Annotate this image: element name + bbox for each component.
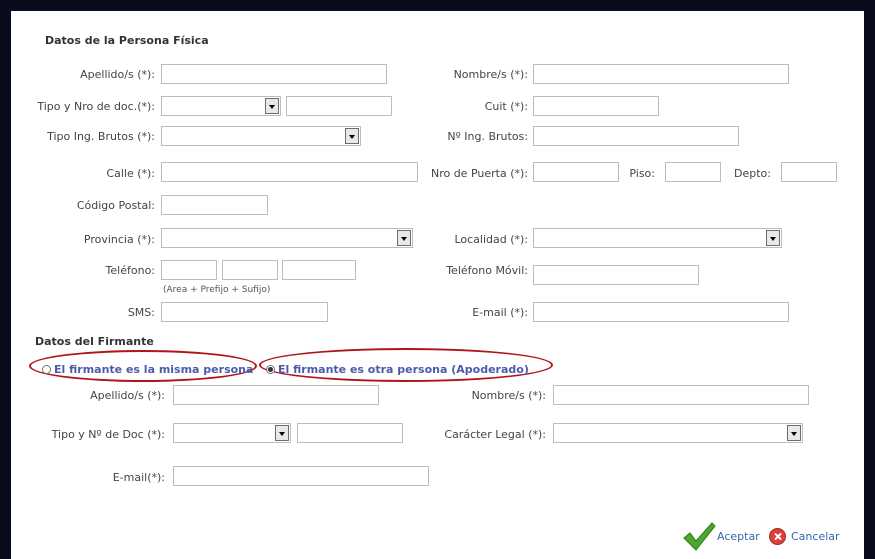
nro-doc-input[interactable]: [286, 96, 392, 116]
firmante-email-label: E-mail(*):: [112, 471, 165, 484]
firmante-email-input[interactable]: [173, 466, 429, 486]
depto-label: Depto:: [734, 167, 771, 180]
nro-ib-label: Nº Ing. Brutos:: [447, 130, 528, 143]
piso-input[interactable]: [665, 162, 721, 182]
radio-otra-persona[interactable]: El firmante es otra persona (Apoderado): [266, 363, 529, 377]
telefono-label: Teléfono:: [105, 264, 155, 277]
nro-ib-input[interactable]: [533, 126, 739, 146]
telefono-hint: (Area + Prefijo + Sufijo): [163, 285, 271, 295]
firmante-nro-doc-input[interactable]: [297, 423, 403, 443]
nombre-label: Nombre/s (*):: [453, 68, 528, 81]
calle-input[interactable]: [161, 162, 418, 182]
calle-label: Calle (*):: [106, 167, 155, 180]
cancel-icon[interactable]: [769, 528, 786, 545]
section-title-persona: Datos de la Persona Física: [45, 34, 209, 47]
chevron-down-icon: [265, 98, 279, 114]
tipo-doc-label: Tipo y Nro de doc.(*):: [37, 100, 155, 113]
cuit-label: Cuit (*):: [484, 100, 528, 113]
sms-input[interactable]: [161, 302, 328, 322]
telefono-sufijo-input[interactable]: [282, 260, 356, 280]
tipo-doc-select[interactable]: [161, 96, 281, 116]
telefono-area-input[interactable]: [161, 260, 217, 280]
provincia-select[interactable]: [161, 228, 413, 248]
localidad-select[interactable]: [533, 228, 782, 248]
email-label: E-mail (*):: [472, 306, 528, 319]
nro-puerta-label: Nro de Puerta (*):: [430, 167, 528, 180]
accept-button[interactable]: Aceptar: [717, 530, 760, 544]
firmante-caracter-label: Carácter Legal (*):: [444, 428, 546, 441]
chevron-down-icon: [275, 425, 289, 441]
check-icon[interactable]: [682, 520, 716, 552]
cp-label: Código Postal:: [76, 199, 155, 212]
telefono-movil-label: Teléfono Móvil:: [446, 264, 528, 277]
radio-button-misma[interactable]: [42, 365, 51, 374]
chevron-down-icon: [345, 128, 359, 144]
localidad-label: Localidad (*):: [454, 233, 528, 246]
provincia-label: Provincia (*):: [83, 233, 155, 246]
firmante-tipo-doc-select[interactable]: [173, 423, 291, 443]
depto-input[interactable]: [781, 162, 837, 182]
firmante-nombre-input[interactable]: [553, 385, 809, 405]
firmante-tipo-doc-label: Tipo y Nº de Doc (*):: [51, 428, 165, 441]
email-input[interactable]: [533, 302, 789, 322]
telefono-prefijo-input[interactable]: [222, 260, 278, 280]
apellido-input[interactable]: [161, 64, 387, 84]
cp-input[interactable]: [161, 195, 268, 215]
window-border-top: [0, 0, 875, 11]
window-frame: Datos de la Persona Física Apellido/s (*…: [0, 0, 875, 559]
piso-label: Piso:: [629, 167, 655, 180]
sms-label: SMS:: [127, 306, 155, 319]
nombre-input[interactable]: [533, 64, 789, 84]
chevron-down-icon: [787, 425, 801, 441]
firmante-nombre-label: Nombre/s (*):: [471, 389, 546, 402]
tipo-ib-label: Tipo Ing. Brutos (*):: [47, 130, 155, 143]
chevron-down-icon: [766, 230, 780, 246]
tipo-ib-select[interactable]: [161, 126, 361, 146]
firmante-apellido-label: Apellido/s (*):: [90, 389, 165, 402]
radio-button-otra[interactable]: [266, 365, 275, 374]
nro-puerta-input[interactable]: [533, 162, 619, 182]
radio-misma-persona[interactable]: El firmante es la misma persona: [42, 363, 253, 377]
cancel-button[interactable]: Cancelar: [791, 530, 840, 544]
apellido-label: Apellido/s (*):: [80, 68, 155, 81]
telefono-movil-input[interactable]: [533, 265, 699, 285]
firmante-caracter-select[interactable]: [553, 423, 803, 443]
radio-misma-label: El firmante es la misma persona: [54, 363, 254, 376]
firmante-apellido-input[interactable]: [173, 385, 379, 405]
window-border-right: [864, 0, 875, 559]
radio-otra-label: El firmante es otra persona (Apoderado): [278, 363, 529, 376]
cuit-input[interactable]: [533, 96, 659, 116]
section-title-firmante: Datos del Firmante: [35, 335, 154, 348]
window-border-left: [0, 0, 11, 559]
